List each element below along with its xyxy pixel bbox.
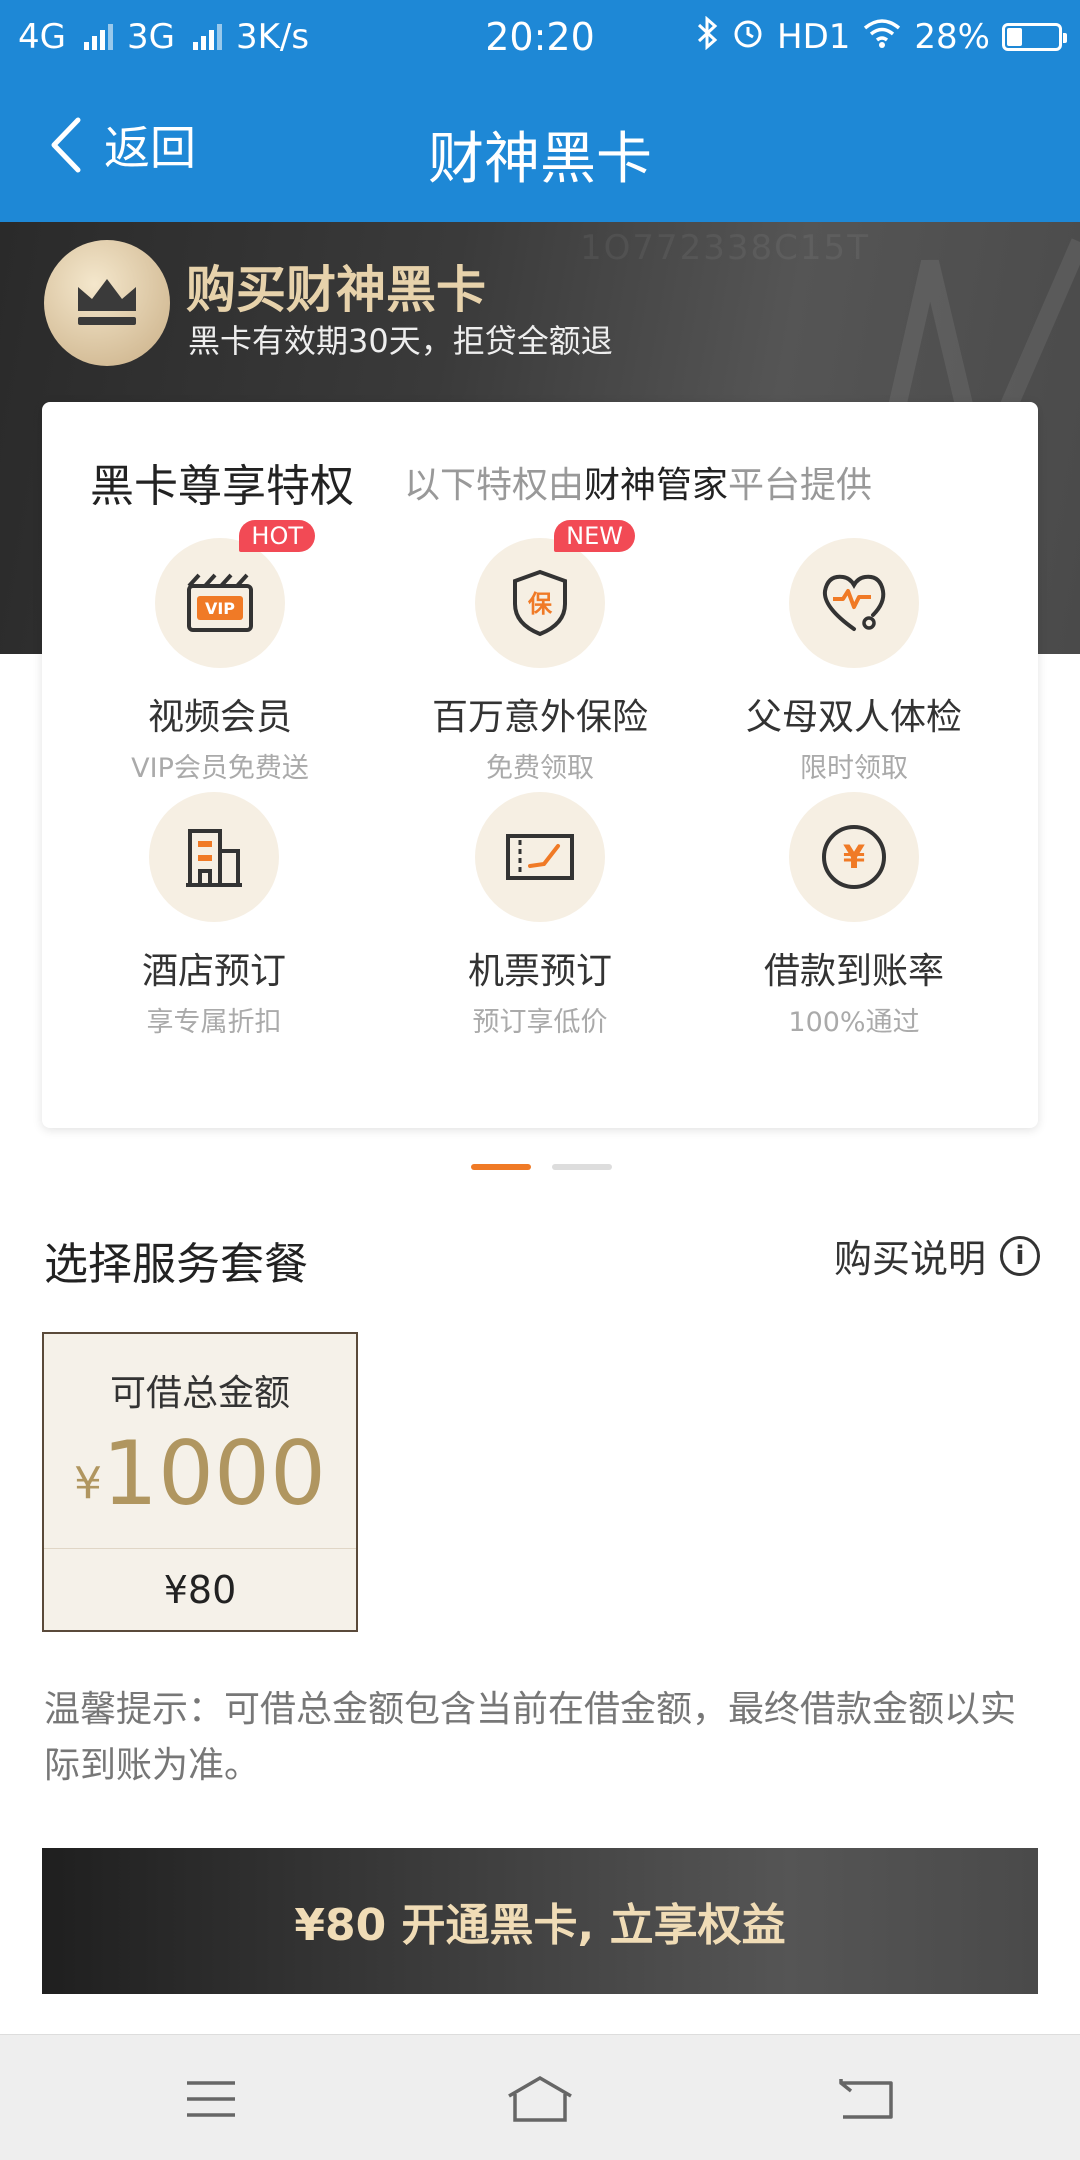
perk-hotel-booking[interactable]: 酒店预订 享专属折扣	[64, 792, 364, 1039]
banner-subtitle: 黑卡有效期30天，拒贷全额退	[188, 322, 613, 360]
privileges-card: 黑卡尊享特权 以下特权由财神管家平台提供 VIP HOT 视频会员 VIP会员免…	[42, 402, 1038, 1128]
amount-value: 1000	[102, 1422, 326, 1525]
back-button[interactable]: 返回	[48, 112, 196, 178]
back-label: 返回	[104, 121, 196, 175]
home-icon	[508, 2075, 572, 2122]
info-icon: i	[1000, 1235, 1040, 1276]
purchase-info-label: 购买说明	[833, 1237, 986, 1281]
bluetooth-icon	[695, 15, 719, 59]
privileges-subtitle: 以下特权由财神管家平台提供	[404, 456, 872, 508]
insurance-shield-icon: 保 NEW	[475, 520, 635, 668]
perk-flight-booking[interactable]: 机票预订 预订享低价	[390, 792, 690, 1039]
perk-desc: 限时领取	[800, 753, 908, 784]
perk-desc: 免费领取	[486, 753, 594, 784]
back-nav-button[interactable]	[832, 2069, 902, 2129]
nav-bar: 返回 财神黑卡	[0, 74, 1080, 222]
hotel-building-icon	[149, 792, 279, 922]
section-title: 选择服务套餐	[44, 1239, 308, 1290]
svg-text:VIP: VIP	[205, 599, 235, 618]
network-type-2: 3G	[126, 17, 175, 57]
menu-icon	[187, 2081, 235, 2117]
perk-loan-rate[interactable]: ¥ 借款到账率 100%通过	[704, 792, 1004, 1039]
perk-desc: VIP会员免费送	[131, 753, 309, 784]
package-option[interactable]: 可借总金额 ¥1000 ¥80	[42, 1332, 358, 1632]
crown-icon	[78, 279, 136, 325]
svg-text:¥: ¥	[843, 838, 865, 876]
battery-percent: 28%	[914, 17, 990, 57]
home-button[interactable]	[505, 2069, 575, 2129]
battery-icon	[1002, 23, 1067, 51]
perk-accident-insurance[interactable]: 保 NEW 百万意外保险 免费领取	[390, 520, 690, 785]
carousel-pager	[0, 1164, 1080, 1170]
perk-label: 机票预订	[467, 951, 612, 992]
perk-label: 视频会员	[147, 697, 292, 738]
plane-ticket-icon	[475, 792, 605, 922]
package-price: ¥80	[163, 1568, 237, 1612]
purchase-info-link[interactable]: 购买说明 i	[834, 1228, 1040, 1283]
perk-label: 百万意外保险	[431, 697, 648, 738]
hd-indicator: HD1	[777, 17, 851, 57]
pager-dot[interactable]	[552, 1164, 612, 1170]
network-speed: 3K/s	[235, 17, 310, 57]
platform-name: 财神管家	[584, 465, 729, 506]
divider	[44, 1548, 356, 1549]
vip-video-icon: VIP HOT	[155, 520, 315, 668]
status-bar: 4G 3G 3K/s 20:20 HD1 28%	[0, 0, 1080, 74]
crown-badge	[44, 240, 170, 366]
menu-button[interactable]	[176, 2069, 246, 2129]
network-type-1: 4G	[18, 17, 66, 57]
perk-desc: 100%通过	[788, 1007, 920, 1038]
perk-label: 父母双人体检	[745, 697, 962, 738]
system-nav-bar	[0, 2034, 1080, 2160]
subtitle-suffix: 平台提供	[728, 465, 873, 506]
perk-video-membership[interactable]: VIP HOT 视频会员 VIP会员免费送	[70, 520, 370, 785]
heart-stethoscope-icon	[789, 538, 919, 668]
perk-parents-checkup[interactable]: 父母双人体检 限时领取	[704, 538, 1004, 785]
privileges-title: 黑卡尊享特权	[90, 461, 354, 512]
banner-title: 购买财神黑卡	[186, 261, 486, 319]
hot-badge: HOT	[239, 520, 315, 552]
return-icon	[839, 2079, 893, 2119]
activate-black-card-button[interactable]: ¥80 开通黑卡, 立享权益	[42, 1848, 1038, 1994]
perk-desc: 预订享低价	[472, 1007, 608, 1038]
perk-label: 借款到账率	[763, 951, 944, 992]
currency-symbol: ¥	[74, 1458, 103, 1509]
battery-fill	[1007, 28, 1023, 46]
package-label: 可借总金额	[109, 1373, 290, 1414]
new-badge: NEW	[554, 520, 635, 552]
alarm-icon	[731, 16, 765, 59]
yuan-coin-icon: ¥	[789, 792, 919, 922]
signal-icon	[83, 24, 113, 50]
subtitle-prefix: 以下特权由	[404, 465, 585, 506]
signal-icon-2	[192, 24, 222, 50]
pager-dot-active[interactable]	[471, 1164, 531, 1170]
svg-text:保: 保	[527, 590, 553, 618]
perk-label: 酒店预订	[141, 951, 286, 992]
chevron-left-icon	[51, 117, 81, 173]
warm-tip: 温馨提示：可借总金额包含当前在借金额，最终借款金额以实际到账为准。	[44, 1689, 1017, 1786]
perk-desc: 享专属折扣	[146, 1007, 282, 1038]
wifi-icon	[862, 17, 902, 58]
package-amount: ¥1000	[44, 1422, 356, 1525]
